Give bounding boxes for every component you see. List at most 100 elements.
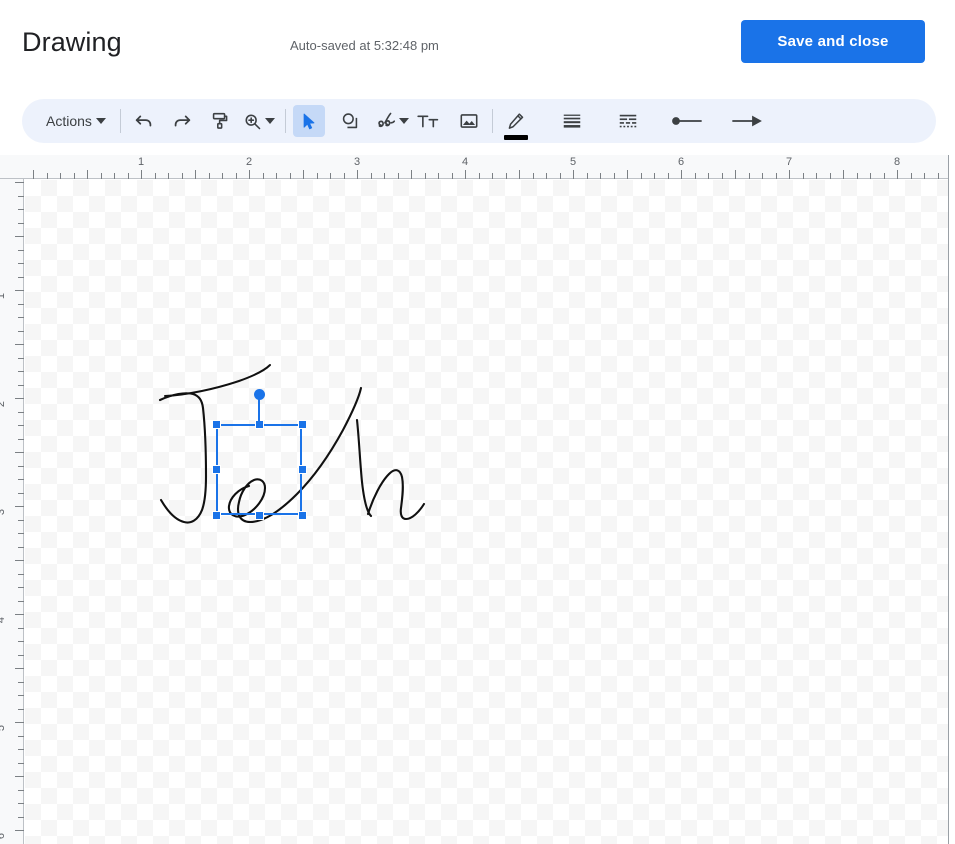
cursor-arrow-icon: [298, 111, 319, 132]
ruler-tick: [18, 763, 24, 764]
ruler-tick: [18, 695, 24, 696]
ruler-tick: [884, 173, 885, 179]
ruler-tick: [74, 173, 75, 179]
line-weight-button[interactable]: [556, 105, 588, 137]
resize-handle-sw[interactable]: [211, 510, 221, 520]
ruler-tick: [897, 170, 898, 179]
ruler-tick: [18, 587, 24, 588]
signature-stroke-j[interactable]: [158, 364, 271, 524]
ruler-tick: [18, 736, 24, 737]
ruler-tick: [18, 358, 24, 359]
ruler-tick: [15, 830, 24, 831]
ruler-tick: [18, 412, 24, 413]
undo-icon: [133, 110, 155, 132]
undo-button[interactable]: [128, 105, 160, 137]
ruler-tick: [18, 263, 24, 264]
ruler-tick: [18, 601, 24, 602]
select-tool[interactable]: [292, 105, 325, 137]
ruler-tick: [15, 236, 24, 237]
redo-button[interactable]: [166, 105, 198, 137]
line-end-button[interactable]: [726, 105, 766, 137]
signature-stroke-oh[interactable]: [227, 386, 426, 524]
ruler-tick: [15, 506, 24, 507]
horizontal-ruler[interactable]: 1 2 3 4 5 6 7 8: [0, 155, 949, 179]
ruler-tick: [222, 173, 223, 179]
resize-handle-se[interactable]: [297, 510, 307, 520]
ruler-tick: [816, 173, 817, 179]
ruler-tick: [18, 641, 24, 642]
save-and-close-button[interactable]: Save and close: [741, 20, 925, 63]
ruler-tick: [330, 173, 331, 179]
resize-handle-e[interactable]: [297, 465, 307, 474]
image-tool[interactable]: [453, 105, 485, 137]
ruler-tick: [573, 170, 574, 179]
ruler-tick: [938, 173, 939, 179]
line-weight-icon: [561, 110, 583, 132]
ruler-tick: [18, 209, 24, 210]
ruler-tick: [465, 170, 466, 179]
shape-tool[interactable]: [334, 105, 366, 137]
ruler-label: 6: [677, 156, 685, 168]
ruler-tick: [18, 250, 24, 251]
image-icon: [458, 110, 480, 132]
line-color-button[interactable]: [500, 105, 532, 140]
ruler-tick: [789, 170, 790, 179]
actions-menu[interactable]: Actions: [32, 105, 113, 137]
ruler-label: 7: [785, 156, 793, 168]
drawing-canvas[interactable]: [25, 180, 948, 844]
ruler-tick: [18, 655, 24, 656]
ruler-label: 6: [0, 833, 7, 839]
ruler-tick: [18, 439, 24, 440]
ruler-tick: [18, 682, 24, 683]
zoom-button[interactable]: [242, 105, 278, 137]
resize-handle-w[interactable]: [211, 465, 221, 474]
rotation-handle[interactable]: [253, 389, 265, 400]
ruler-tick: [749, 173, 750, 179]
line-dash-button[interactable]: [612, 105, 644, 137]
ruler-tick: [317, 173, 318, 179]
ruler-tick: [533, 173, 534, 179]
ruler-tick: [546, 173, 547, 179]
ruler-tick: [344, 173, 345, 179]
ruler-tick: [15, 614, 24, 615]
ruler-tick: [15, 452, 24, 453]
ruler-tick: [276, 173, 277, 179]
canvas-artwork: [158, 364, 426, 524]
canvas-right-border: [948, 155, 949, 844]
ruler-baseline: [23, 179, 24, 844]
ruler-tick: [141, 170, 142, 179]
ruler-tick: [695, 173, 696, 179]
ruler-tick: [506, 173, 507, 179]
vertical-ruler[interactable]: 1 2 3 4 5 6: [0, 179, 24, 844]
ruler-tick: [18, 547, 24, 548]
ruler-tick: [18, 371, 24, 372]
app-header: Drawing Auto-saved at 5:32:48 pm Save an…: [0, 0, 955, 90]
line-tool[interactable]: [375, 105, 412, 137]
ruler-tick: [290, 173, 291, 179]
ruler-tick: [18, 709, 24, 710]
resize-handle-s[interactable]: [254, 510, 264, 520]
paint-format-button[interactable]: [204, 105, 236, 137]
toolbar-divider: [491, 109, 493, 133]
ruler-tick: [803, 173, 804, 179]
ruler-tick: [168, 173, 169, 179]
ruler-tick: [18, 331, 24, 332]
ruler-tick: [654, 173, 655, 179]
ruler-tick: [15, 182, 24, 183]
ruler-tick: [114, 173, 115, 179]
resize-handle-ne[interactable]: [297, 419, 307, 429]
text-box-tool[interactable]: [412, 105, 444, 137]
ruler-tick: [18, 223, 24, 224]
line-start-button[interactable]: [668, 105, 708, 137]
ruler-tick: [209, 173, 210, 179]
pencil-icon: [505, 111, 526, 132]
ruler-tick: [735, 170, 736, 179]
resize-handle-nw[interactable]: [211, 419, 221, 429]
ruler-tick: [47, 173, 48, 179]
ruler-tick: [303, 170, 304, 179]
ruler-label: 1: [0, 293, 7, 299]
ruler-tick: [182, 173, 183, 179]
ruler-tick: [587, 173, 588, 179]
resize-handle-n[interactable]: [254, 419, 264, 429]
ruler-label: 8: [893, 156, 901, 168]
